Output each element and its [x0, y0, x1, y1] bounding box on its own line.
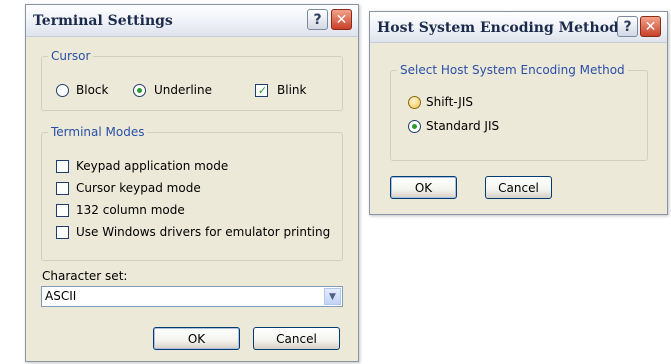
cursor-group: Cursor [41, 49, 343, 111]
ok-button[interactable]: OK [153, 327, 240, 350]
ok-button-label: OK [414, 180, 433, 195]
standard-jis-label[interactable]: Standard JIS [426, 119, 499, 133]
underline-radio[interactable] [133, 84, 146, 97]
shift-jis-radio[interactable] [408, 96, 421, 109]
dialog-title: Terminal Settings [33, 13, 173, 29]
help-button[interactable]: ? [617, 16, 638, 37]
character-set-label: Character set: [42, 269, 128, 283]
cursor-keypad-mode-label[interactable]: Cursor keypad mode [76, 181, 201, 195]
block-label[interactable]: Block [76, 83, 108, 97]
close-icon: ✕ [335, 11, 348, 28]
cancel-button-label: Cancel [498, 180, 539, 195]
windows-drivers-printing-checkbox[interactable] [56, 226, 69, 239]
character-set-dropdown[interactable]: ASCII ▼ [41, 286, 343, 307]
help-button[interactable]: ? [307, 9, 328, 30]
132-column-mode-checkbox[interactable] [56, 204, 69, 217]
cancel-button-label: Cancel [276, 331, 317, 346]
ok-button-label: OK [187, 331, 206, 346]
help-icon: ? [623, 18, 632, 35]
cursor-keypad-mode-checkbox[interactable] [56, 182, 69, 195]
blink-checkbox[interactable]: ✓ [255, 84, 268, 97]
close-button[interactable]: ✕ [331, 9, 352, 30]
dialog-title: Host System Encoding Method [377, 20, 619, 36]
encoding-method-group: Select Host System Encoding Method [390, 63, 648, 161]
terminal-settings-titlebar: Terminal Settings ? ✕ [26, 5, 358, 37]
blink-label[interactable]: Blink [277, 83, 306, 97]
close-button[interactable]: ✕ [640, 16, 661, 37]
windows-drivers-printing-label[interactable]: Use Windows drivers for emulator printin… [76, 225, 330, 239]
keypad-application-mode-label[interactable]: Keypad application mode [76, 159, 228, 173]
host-encoding-dialog: Host System Encoding Method ? ✕ Select H… [369, 11, 668, 215]
ok-button[interactable]: OK [390, 176, 457, 199]
132-column-mode-label[interactable]: 132 column mode [76, 203, 185, 217]
cancel-button[interactable]: Cancel [253, 327, 340, 350]
cursor-group-legend: Cursor [51, 49, 91, 63]
keypad-application-mode-checkbox[interactable] [56, 160, 69, 173]
encoding-method-legend: Select Host System Encoding Method [400, 63, 625, 77]
terminal-modes-legend: Terminal Modes [51, 125, 145, 139]
checkmark-icon: ✓ [257, 84, 268, 97]
standard-jis-radio[interactable] [408, 120, 421, 133]
character-set-value: ASCII [45, 289, 77, 303]
help-icon: ? [313, 11, 322, 28]
close-icon: ✕ [644, 18, 657, 35]
block-radio[interactable] [56, 84, 69, 97]
underline-label[interactable]: Underline [154, 83, 212, 97]
cancel-button[interactable]: Cancel [485, 176, 552, 199]
host-encoding-titlebar: Host System Encoding Method ? ✕ [370, 12, 667, 43]
terminal-settings-dialog: Terminal Settings ? ✕ Cursor Block Under… [25, 4, 359, 362]
chevron-down-icon[interactable]: ▼ [324, 288, 341, 305]
shift-jis-label[interactable]: Shift-JIS [426, 95, 473, 109]
